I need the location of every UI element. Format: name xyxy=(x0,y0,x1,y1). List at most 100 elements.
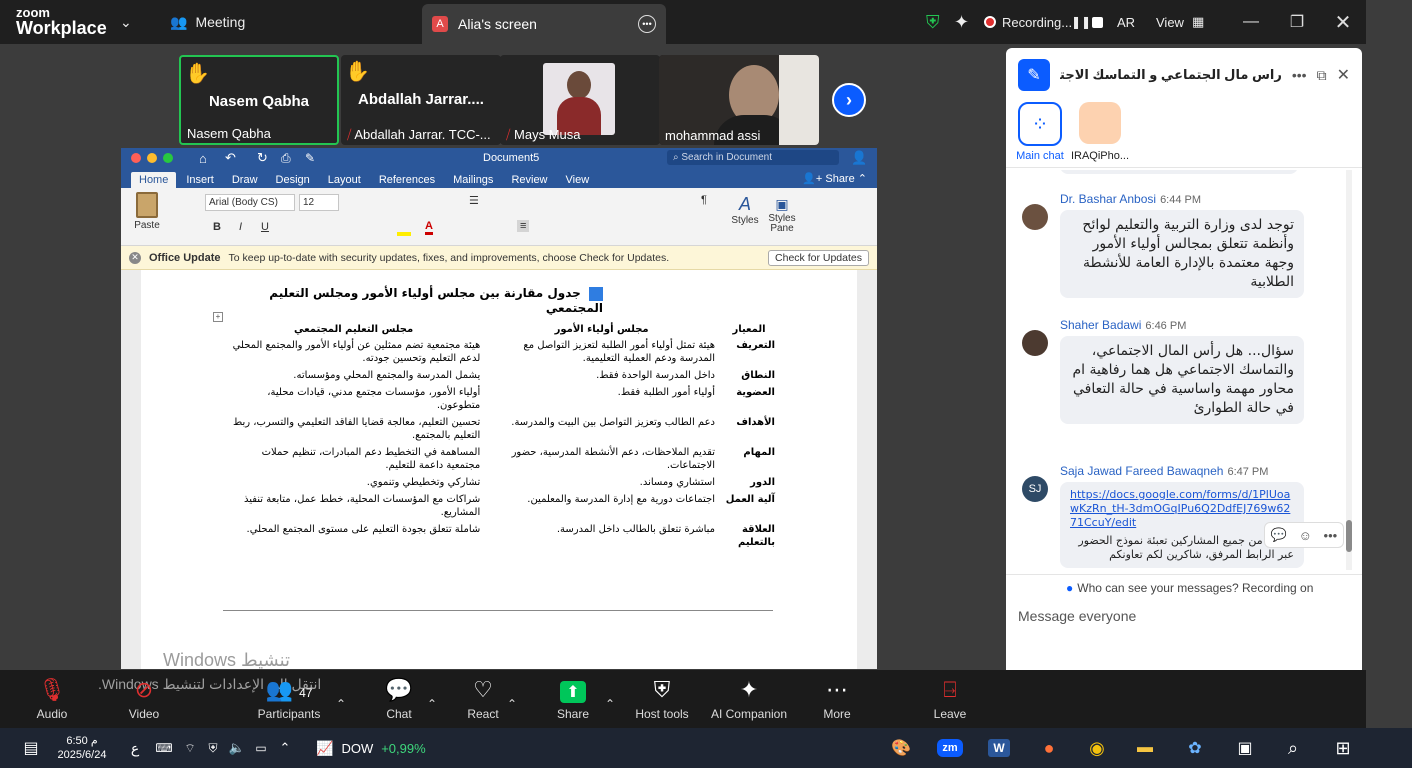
channel-main-chat[interactable]: ⁘ Main chat xyxy=(1014,102,1066,162)
paint-app-icon[interactable]: 🎨 xyxy=(886,728,916,768)
participant-tile[interactable]: mohammad assi xyxy=(659,55,819,145)
styles-pane-button[interactable]: ▣ Styles Pane xyxy=(767,194,797,234)
print-icon[interactable]: ⎙ xyxy=(281,151,291,166)
table-move-handle-icon[interactable]: + xyxy=(213,312,223,322)
redo-icon[interactable]: ↻ xyxy=(257,150,268,166)
pause-recording-icon[interactable]: ❚❚ xyxy=(1071,0,1091,44)
tab-home[interactable]: Home xyxy=(131,172,177,188)
word-search-box[interactable]: ⌕ Search in Document xyxy=(667,150,839,165)
chat-more-icon[interactable]: ••• xyxy=(1292,67,1307,83)
message-input[interactable]: Message everyone xyxy=(1018,608,1136,624)
notifications-icon[interactable]: ▤ xyxy=(14,728,48,768)
start-windows-icon[interactable]: ⊞ xyxy=(1326,728,1360,768)
channel-iraqipho[interactable]: IRAQiPho... xyxy=(1070,102,1130,162)
close-chat-icon[interactable]: ✕ xyxy=(1337,65,1350,85)
app-menu-chevron-icon[interactable]: ⌄ xyxy=(120,0,132,44)
paste-button[interactable]: Paste xyxy=(131,192,163,231)
styles-button[interactable]: A Styles xyxy=(727,194,763,226)
participant-tile[interactable]: ⧸ Mays Musa xyxy=(500,55,660,145)
chat-button[interactable]: 💬 Chat xyxy=(380,670,418,728)
ai-sparkle-icon[interactable]: ✦ xyxy=(954,0,969,44)
chat-messages[interactable]: Dr. Bashar Anbosi 6:44 PM توجد لدى وزارة … xyxy=(1006,170,1352,574)
zoom-app-icon[interactable]: zm xyxy=(930,728,970,768)
font-name-select[interactable]: Arial (Body CS) xyxy=(205,194,295,211)
bullets-icon[interactable]: ☰ xyxy=(469,194,479,207)
form-link[interactable]: https://docs.google.com/forms/d/1PlUoawK… xyxy=(1070,488,1294,530)
tab-mailings[interactable]: Mailings xyxy=(445,172,501,188)
taskbar-clock[interactable]: 6:50 م 2025/6/24 xyxy=(52,728,112,768)
show-hidden-icons-icon[interactable]: ⌃ xyxy=(276,728,294,768)
close-update-icon[interactable]: ✕ xyxy=(129,251,141,264)
edit-icon[interactable]: ✎ xyxy=(305,151,315,165)
share-screen-button[interactable]: ⬆ Share xyxy=(552,670,594,728)
word-app-icon[interactable]: W xyxy=(984,728,1014,768)
search-taskbar-icon[interactable]: ⌕ xyxy=(1278,728,1308,768)
close-window-icon[interactable]: ✕ xyxy=(1320,0,1366,44)
tab-insert[interactable]: Insert xyxy=(178,172,222,188)
maximize-icon[interactable]: ❐ xyxy=(1274,0,1320,44)
chat-scrollbar[interactable] xyxy=(1346,170,1352,570)
pilcrow-icon[interactable]: ¶ xyxy=(701,194,707,206)
ai-companion-button[interactable]: ✦ AI Companion xyxy=(706,670,792,728)
participant-tile[interactable]: ✋ Nasem Qabha Nasem Qabha xyxy=(179,55,339,145)
popout-icon[interactable]: ⧉ xyxy=(1317,67,1327,84)
firefox-icon[interactable]: ● xyxy=(1034,728,1064,768)
tab-design[interactable]: Design xyxy=(268,172,318,188)
tab-layout[interactable]: Layout xyxy=(320,172,369,188)
participant-tile[interactable]: ✋ Abdallah Jarrar.... ⧸ Abdallah Jarrar.… xyxy=(341,55,501,145)
meeting-menu[interactable]: 👥 Meeting xyxy=(170,0,245,44)
participants-chevron-icon[interactable]: ⌃ xyxy=(333,660,349,718)
home-icon[interactable]: ⌂ xyxy=(199,151,207,166)
share-chevron-icon[interactable]: ⌃ xyxy=(602,660,618,718)
windows-security-icon[interactable]: ⛨ xyxy=(204,728,222,768)
file-explorer-icon[interactable]: ▬ xyxy=(1130,728,1160,768)
input-language[interactable]: ع xyxy=(126,728,144,768)
highlight-icon[interactable] xyxy=(397,232,411,236)
react-chevron-icon[interactable]: ⌃ xyxy=(504,660,520,718)
next-page-arrow-icon[interactable]: › xyxy=(832,83,866,117)
check-updates-button[interactable]: Check for Updates xyxy=(768,249,869,266)
font-size-select[interactable]: 12 xyxy=(299,194,339,211)
stocks-widget[interactable]: 📈 DOW +0,99% xyxy=(316,728,446,768)
user-icon[interactable]: 👤 xyxy=(851,150,867,166)
battery-icon[interactable]: ▭ xyxy=(252,728,270,768)
undo-icon[interactable]: ↶ xyxy=(225,150,236,166)
task-view-icon[interactable]: ▣ xyxy=(1230,728,1260,768)
screen-share-tab[interactable]: A Alia's screen ••• xyxy=(422,4,666,44)
host-tools-button[interactable]: ⛨ Host tools xyxy=(630,670,694,728)
video-button[interactable]: ⊘ Video xyxy=(120,670,168,728)
align-right-icon[interactable]: ≡ xyxy=(517,220,530,232)
reply-icon[interactable]: 💬 xyxy=(1271,527,1287,543)
view-menu[interactable]: View ▦ xyxy=(1156,0,1204,44)
keyboard-icon[interactable]: ⌨ xyxy=(154,728,174,768)
recording-indicator[interactable]: Recording... xyxy=(984,0,1072,44)
participants-button[interactable]: 👥 47 Participants xyxy=(256,670,322,728)
chat-chevron-icon[interactable]: ⌃ xyxy=(424,660,440,718)
stop-recording-icon[interactable] xyxy=(1092,0,1103,44)
wifi-icon[interactable]: ⌔ xyxy=(180,728,200,768)
tab-view[interactable]: View xyxy=(558,172,598,188)
language-indicator[interactable]: AR xyxy=(1117,0,1135,44)
volume-icon[interactable]: 🔈 xyxy=(228,728,246,768)
audio-button[interactable]: 🎙 Audio xyxy=(30,670,74,728)
minimize-icon[interactable]: — xyxy=(1228,0,1274,44)
leave-button[interactable]: ⍈ Leave xyxy=(930,670,970,728)
tab-draw[interactable]: Draw xyxy=(224,172,266,188)
italic-button[interactable]: I xyxy=(239,221,242,233)
font-color-icon[interactable]: A xyxy=(425,220,433,235)
underline-button[interactable]: U xyxy=(261,221,269,233)
more-options-icon[interactable]: ••• xyxy=(638,15,656,33)
privacy-note[interactable]: ● Who can see your messages? Recording o… xyxy=(1006,574,1362,600)
document-page[interactable]: جدول مقارنة بين مجلس أولياء الأمور ومجلس… xyxy=(141,270,857,669)
share-button[interactable]: 👤+ Share ⌃ xyxy=(802,172,867,185)
react-button[interactable]: ♡ React xyxy=(462,670,504,728)
tab-references[interactable]: References xyxy=(371,172,443,188)
tab-review[interactable]: Review xyxy=(503,172,555,188)
copilot-icon[interactable]: ✿ xyxy=(1180,728,1210,768)
chrome-icon[interactable]: ◉ xyxy=(1082,728,1112,768)
emoji-react-icon[interactable]: ☺ xyxy=(1299,528,1312,543)
more-button[interactable]: ⋯ More xyxy=(817,670,857,728)
security-shield-icon[interactable]: ⛨ xyxy=(926,0,940,44)
chat-compose-icon[interactable]: ✎ xyxy=(1018,59,1050,91)
bold-button[interactable]: B xyxy=(213,221,221,233)
